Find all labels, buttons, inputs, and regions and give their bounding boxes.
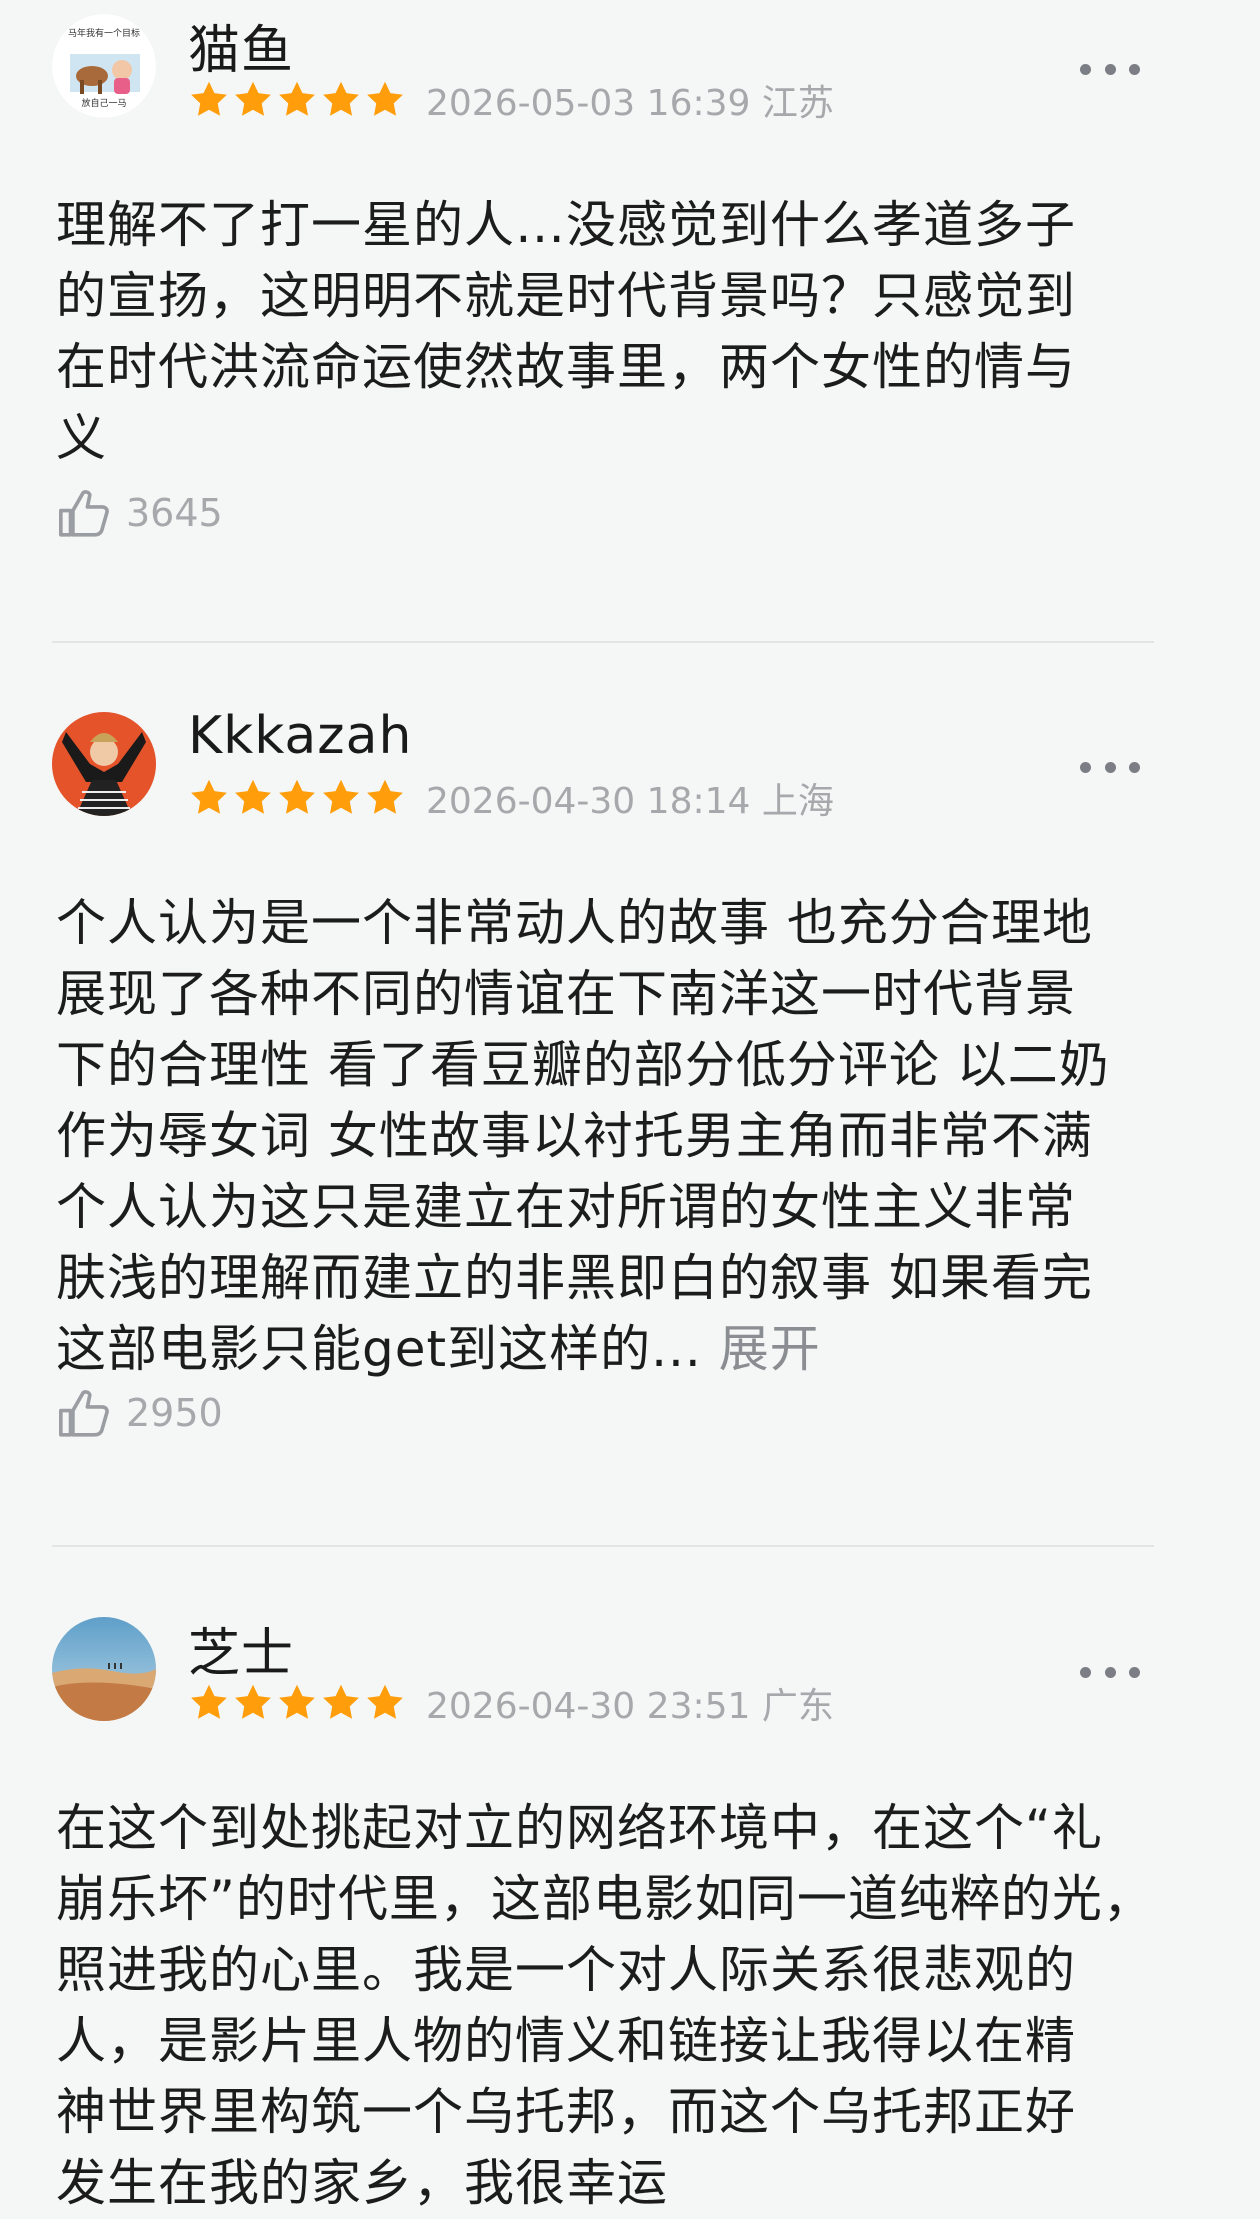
star-icon <box>188 1682 230 1724</box>
more-dots-icon[interactable] <box>1080 1657 1140 1687</box>
more-dots-icon[interactable] <box>1080 752 1140 782</box>
divider <box>52 1545 1154 1547</box>
username[interactable]: 芝士 <box>188 1611 294 1686</box>
review-text-line: 人，是影片里人物的情义和链接让我得以在精 <box>56 2012 1076 2070</box>
svg-text:马年我有一个目标: 马年我有一个目标 <box>68 27 140 39</box>
like-button[interactable]: 3645 <box>56 484 223 542</box>
thumbs-up-icon <box>56 484 114 542</box>
review-text-truncated: 这部电影只能get到这样的... <box>56 1320 702 1378</box>
star-icon <box>364 777 406 819</box>
star-icon <box>276 79 318 121</box>
review-text-line: 在这个到处挑起对立的网络环境中，在这个“礼 <box>56 1799 1103 1857</box>
review-text-line: 个人认为是一个非常动人的故事 也充分合理地 <box>56 894 1093 952</box>
like-count: 3645 <box>126 491 223 535</box>
review-text-line: 发生在我的家乡，我很幸运 <box>56 2154 668 2212</box>
star-icon <box>232 777 274 819</box>
star-icon <box>320 1682 362 1724</box>
like-button[interactable]: 2950 <box>56 1384 223 1442</box>
review-text-line: 义 <box>56 409 107 467</box>
star-icon <box>320 79 362 121</box>
avatar-image <box>52 1617 156 1721</box>
rating-row: 2026-04-30 18:14 上海 <box>188 774 834 822</box>
review-text-line: 肤浅的理解而建立的非黑即白的叙事 如果看完 <box>56 1249 1093 1307</box>
review-text: 理解不了打一星的人…没感觉到什么孝道多子 的宣扬，这明明不就是时代背景吗？只感觉… <box>56 190 1156 474</box>
review-meta: 2026-04-30 18:14 上海 <box>426 781 834 822</box>
username[interactable]: 猫鱼 <box>188 8 294 83</box>
avatar[interactable]: 马年我有一个目标 放自己一马 <box>52 14 156 118</box>
avatar[interactable] <box>52 1617 156 1721</box>
star-rating <box>188 777 406 819</box>
review-text-line: 理解不了打一星的人…没感觉到什么孝道多子 <box>56 196 1076 254</box>
star-icon <box>364 1682 406 1724</box>
star-icon <box>276 777 318 819</box>
star-rating <box>188 79 406 121</box>
divider <box>52 641 1154 643</box>
star-icon <box>320 777 362 819</box>
like-count: 2950 <box>126 1391 223 1435</box>
username[interactable]: Kkkazah <box>188 706 412 766</box>
avatar[interactable] <box>52 712 156 816</box>
review-text-line: 的宣扬，这明明不就是时代背景吗？只感觉到 <box>56 267 1076 325</box>
star-icon <box>188 777 230 819</box>
star-icon <box>364 79 406 121</box>
star-icon <box>232 1682 274 1724</box>
avatar-image <box>52 712 156 816</box>
review-text-line: 展现了各种不同的情谊在下南洋这一时代背景 <box>56 965 1076 1023</box>
review-text-line: 崩乐坏”的时代里，这部电影如同一道纯粹的光， <box>56 1870 1154 1928</box>
star-rating <box>188 1682 406 1724</box>
more-dots-icon[interactable] <box>1080 54 1140 84</box>
svg-text:放自己一马: 放自己一马 <box>81 97 126 109</box>
star-icon <box>232 79 274 121</box>
thumbs-up-icon <box>56 1384 114 1442</box>
review-text-line: 这部电影只能get到这样的... 展开 <box>56 1314 1156 1385</box>
rating-row: 2026-04-30 23:51 广东 <box>188 1679 834 1727</box>
review-text-line: 照进我的心里。我是一个对人际关系很悲观的 <box>56 1941 1076 1999</box>
expand-link[interactable]: 展开 <box>719 1320 821 1378</box>
star-icon <box>188 79 230 121</box>
review-meta: 2026-04-30 23:51 广东 <box>426 1686 834 1727</box>
review-text: 在这个到处挑起对立的网络环境中，在这个“礼 崩乐坏”的时代里，这部电影如同一道纯… <box>56 1793 1156 2219</box>
review-text-line: 个人认为这只是建立在对所谓的女性主义非常 <box>56 1178 1076 1236</box>
avatar-image: 马年我有一个目标 放自己一马 <box>52 14 156 118</box>
review-text: 个人认为是一个非常动人的故事 也充分合理地 展现了各种不同的情谊在下南洋这一时代… <box>56 888 1156 1385</box>
star-icon <box>276 1682 318 1724</box>
review-text-line: 作为辱女词 女性故事以衬托男主角而非常不满 <box>56 1107 1093 1165</box>
review-text-line: 在时代洪流命运使然故事里，两个女性的情与 <box>56 338 1076 396</box>
review-meta: 2026-05-03 16:39 江苏 <box>426 83 834 124</box>
review-text-line: 神世界里构筑一个乌托邦，而这个乌托邦正好 <box>56 2083 1076 2141</box>
rating-row: 2026-05-03 16:39 江苏 <box>188 76 834 124</box>
review-text-line: 下的合理性 看了看豆瓣的部分低分评论 以二奶 <box>56 1036 1110 1094</box>
